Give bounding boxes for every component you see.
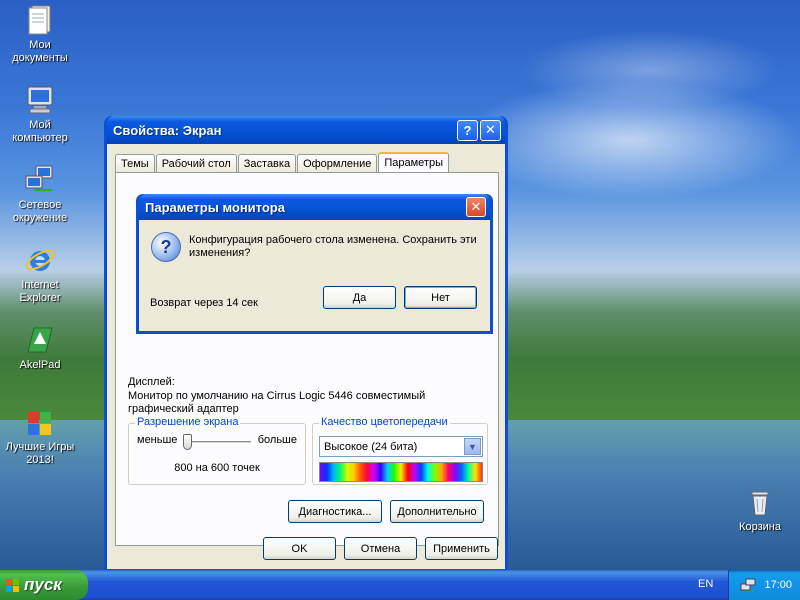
computer-icon bbox=[24, 84, 56, 116]
close-button[interactable]: ✕ bbox=[480, 119, 501, 141]
network-tray-icon[interactable] bbox=[740, 577, 756, 593]
chevron-down-icon[interactable]: ▼ bbox=[464, 438, 481, 455]
display-label: Дисплей: bbox=[128, 376, 175, 388]
clock[interactable]: 17:00 bbox=[764, 579, 792, 591]
resolution-more-label: больше bbox=[257, 434, 297, 446]
question-icon: ? bbox=[151, 232, 181, 262]
desktop-icon-my-documents[interactable]: Мои документы bbox=[0, 4, 80, 65]
dialog-close-button[interactable]: ✕ bbox=[466, 197, 486, 217]
resolution-slider-track[interactable] bbox=[183, 441, 251, 444]
dialog-body: ? Конфигурация рабочего стола изменена. … bbox=[139, 220, 490, 331]
cancel-button[interactable]: Отмена bbox=[344, 537, 417, 560]
display-properties-window: Свойства: Экран ? ✕ Темы Рабочий стол За… bbox=[104, 116, 508, 572]
resolution-less-label: меньше bbox=[137, 434, 178, 446]
yes-button[interactable]: Да bbox=[323, 286, 396, 309]
desktop-icon-label: Internet Explorer bbox=[19, 279, 61, 304]
tab-strip: Темы Рабочий стол Заставка Оформление Па… bbox=[115, 151, 450, 174]
tab-settings[interactable]: Параметры bbox=[378, 152, 449, 174]
color-quality-select[interactable]: Высокое (24 бита) ▼ bbox=[319, 436, 483, 457]
desktop-icon-recycle-bin[interactable]: Корзина bbox=[720, 486, 800, 534]
desktop-icon-internet-explorer[interactable]: Internet Explorer bbox=[0, 244, 80, 305]
resolution-slider-thumb[interactable] bbox=[183, 434, 192, 450]
desktop-cloud bbox=[460, 80, 800, 200]
akelpad-icon bbox=[24, 324, 56, 356]
network-icon bbox=[24, 164, 56, 196]
display-value: Монитор по умолчанию на Cirrus Logic 544… bbox=[128, 390, 426, 415]
start-button[interactable]: пуск bbox=[0, 570, 88, 600]
taskbar: пуск EN 17:00 bbox=[0, 570, 800, 600]
troubleshoot-button[interactable]: Диагностика... bbox=[288, 500, 382, 523]
ok-button[interactable]: OK bbox=[263, 537, 336, 560]
desktop-icon-label: Корзина bbox=[739, 521, 781, 533]
window-title: Свойства: Экран bbox=[113, 122, 222, 138]
dialog-title: Параметры монитора bbox=[145, 199, 285, 215]
window-titlebar[interactable]: Свойства: Экран ? ✕ bbox=[107, 116, 505, 144]
desktop-icon-network[interactable]: Сетевое окружение bbox=[0, 164, 80, 225]
help-button[interactable]: ? bbox=[457, 119, 478, 141]
desktop-icon-label: Лучшие Игры 2013! bbox=[5, 441, 75, 466]
no-button[interactable]: Нет bbox=[404, 286, 477, 309]
resolution-group-title: Разрешение экрана bbox=[135, 416, 241, 428]
desktop-icon-my-computer[interactable]: Мой компьютер bbox=[0, 84, 80, 145]
resolution-value: 800 на 600 точек bbox=[174, 462, 260, 474]
tab-appearance[interactable]: Оформление bbox=[297, 154, 378, 173]
windows-logo-icon bbox=[6, 578, 20, 592]
desktop-icon-label: AkelPad bbox=[19, 359, 61, 371]
folder-documents-icon bbox=[24, 4, 56, 36]
start-label: пуск bbox=[24, 575, 62, 594]
games-icon bbox=[24, 406, 56, 438]
internet-explorer-icon bbox=[24, 244, 56, 276]
tab-screensaver[interactable]: Заставка bbox=[237, 154, 297, 173]
dialog-countdown: Возврат через 14 сек bbox=[150, 297, 258, 309]
desktop-icon-akelpad[interactable]: AkelPad bbox=[0, 324, 80, 372]
language-indicator[interactable]: EN bbox=[698, 578, 713, 590]
color-quality-group: Качество цветопередачи Высокое (24 бита)… bbox=[312, 416, 488, 485]
apply-button[interactable]: Применить bbox=[425, 537, 498, 560]
desktop-icon-best-games[interactable]: Лучшие Игры 2013! bbox=[0, 406, 80, 467]
tab-desktop[interactable]: Рабочий стол bbox=[155, 154, 237, 173]
tab-themes[interactable]: Темы bbox=[115, 154, 155, 173]
recycle-bin-icon bbox=[744, 486, 776, 518]
desktop-icon-label: Сетевое окружение bbox=[12, 199, 68, 224]
desktop-icon-label: Мои документы bbox=[12, 39, 68, 64]
color-quality-group-title: Качество цветопередачи bbox=[319, 416, 450, 428]
dialog-titlebar[interactable]: Параметры монитора ✕ bbox=[139, 194, 490, 220]
color-spectrum-bar bbox=[319, 462, 483, 482]
color-quality-value: Высокое (24 бита) bbox=[324, 440, 418, 453]
dialog-message: Конфигурация рабочего стола изменена. Со… bbox=[189, 234, 477, 259]
system-tray: 17:00 bbox=[728, 570, 800, 600]
advanced-button[interactable]: Дополнительно bbox=[390, 500, 484, 523]
monitor-settings-dialog: Параметры монитора ✕ ? Конфигурация рабо… bbox=[136, 194, 493, 334]
resolution-group: Разрешение экрана меньше больше 800 на 6… bbox=[128, 416, 306, 485]
desktop-icon-label: Мой компьютер bbox=[12, 119, 68, 144]
